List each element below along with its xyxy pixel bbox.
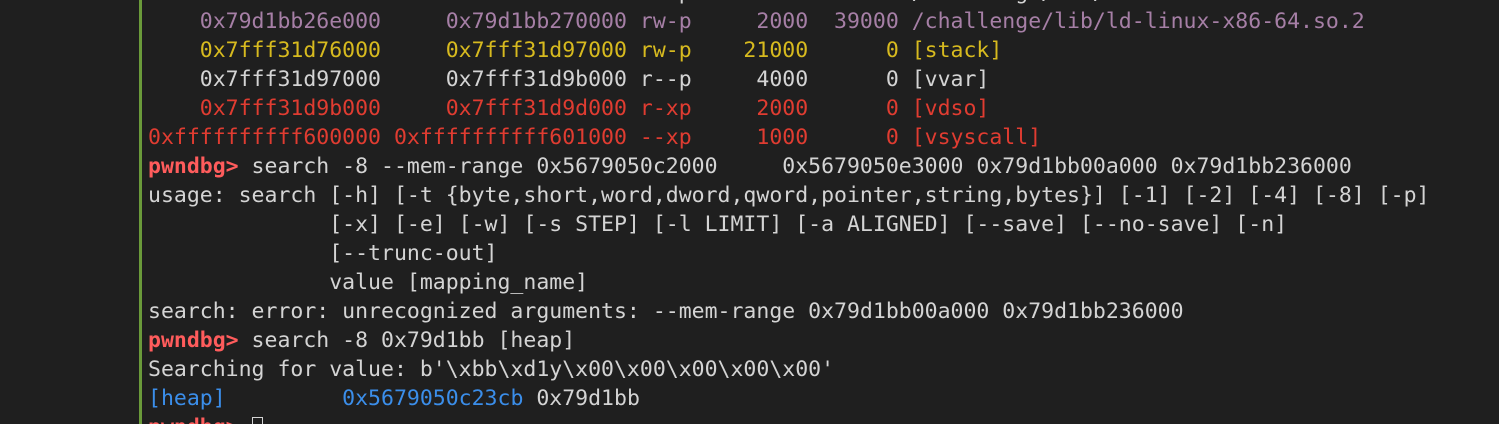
terminal-line: search: error: unrecognized arguments: -… (148, 297, 1429, 326)
prompt-label: pwndbg> (148, 415, 239, 424)
line-text: 0xffffffffff600000 0xffffffffff601000 --… (148, 125, 1042, 150)
terminal-line: usage: search [-h] [-t {byte,short,word,… (148, 181, 1429, 210)
terminal-line: [--trunc-out] (148, 239, 1429, 268)
terminal-line: [-x] [-e] [-w] [-s STEP] [-l LIMIT] [-a … (148, 210, 1429, 239)
line-text: usage: search [-h] [-t {byte,short,word,… (148, 183, 1430, 208)
terminal-line: 0x7fff31d76000 0x7fff31d97000 rw-p 21000… (148, 36, 1429, 65)
line-text: 0x7fff31d97000 0x7fff31d9b000 r--p 4000 … (148, 67, 990, 92)
line-text: search -8 --mem-range 0x5679050c2000 0x5… (238, 154, 1352, 179)
prompt-label: pwndbg> (148, 328, 239, 353)
line-text: [-x] [-e] [-w] [-s STEP] [-l LIMIT] [-a … (148, 212, 1288, 237)
line-text: 0x7fff31d9b000 0x7fff31d9d000 r-xp 2000 … (148, 96, 990, 121)
terminal-line: pwndbg> (148, 413, 1429, 424)
text-cursor[interactable] (251, 417, 263, 424)
line-segment: 0x79d1bb (523, 386, 640, 411)
terminal-line: 0xffffffffff600000 0xffffffffff601000 --… (148, 123, 1429, 152)
line-text: 0x79d1bb26c000 0x79d1bb26e000 r--p 2000 … (148, 0, 1365, 5)
terminal-line: 0x79d1bb26c000 0x79d1bb26e000 r--p 2000 … (148, 0, 1429, 7)
line-text: search: error: unrecognized arguments: -… (148, 299, 1184, 324)
line-text: 0x7fff31d76000 0x7fff31d97000 rw-p 21000… (148, 38, 1003, 63)
terminal-line: Searching for value: b'\xbb\xd1y\x00\x00… (148, 355, 1429, 384)
line-text: value [mapping_name] (148, 270, 589, 295)
gutter-bar (139, 0, 142, 424)
terminal-line: pwndbg> search -8 0x79d1bb [heap] (148, 326, 1429, 355)
terminal-line: 0x7fff31d97000 0x7fff31d9b000 r--p 4000 … (148, 65, 1429, 94)
prompt-label: pwndbg> (148, 154, 239, 179)
line-text (239, 415, 252, 424)
terminal-line: 0x79d1bb26e000 0x79d1bb270000 rw-p 2000 … (148, 7, 1429, 36)
line-text: [--trunc-out] (148, 241, 498, 266)
terminal-line: 0x7fff31d9b000 0x7fff31d9d000 r-xp 2000 … (148, 94, 1429, 123)
line-text: 0x79d1bb26e000 0x79d1bb270000 rw-p 2000 … (148, 9, 1365, 34)
line-segment: 0x5679050c23cb (342, 386, 524, 411)
terminal-output: 0x79d1bb26c000 0x79d1bb26e000 r--p 2000 … (148, 0, 1429, 424)
terminal-line: pwndbg> search -8 --mem-range 0x5679050c… (148, 152, 1429, 181)
line-text: search -8 0x79d1bb [heap] (238, 328, 576, 353)
terminal-line: value [mapping_name] (148, 268, 1429, 297)
line-segment: [heap] (148, 386, 343, 411)
terminal-window[interactable]: 0x79d1bb26c000 0x79d1bb26e000 r--p 2000 … (0, 0, 1499, 424)
terminal-line: [heap] 0x5679050c23cb 0x79d1bb (148, 384, 1429, 413)
line-text: Searching for value: b'\xbb\xd1y\x00\x00… (148, 357, 835, 382)
